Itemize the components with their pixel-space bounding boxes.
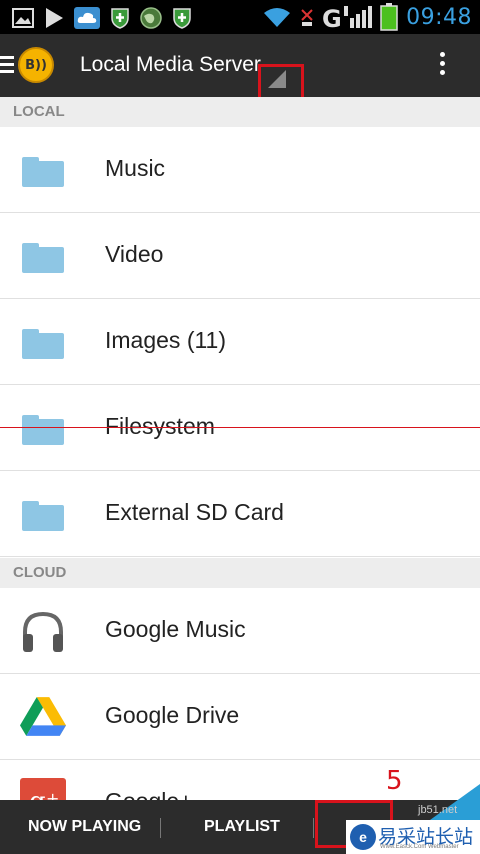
watermark: e 易采站长站 Www.Easck.Com Webmaster <box>346 820 480 854</box>
status-bar: G 09:48 <box>0 0 480 34</box>
globe-icon <box>140 7 162 29</box>
list-item-images[interactable]: Images (11) <box>0 299 480 385</box>
section-header-cloud: CLOUD <box>0 558 480 588</box>
list-item-label: Google Drive <box>105 702 240 728</box>
no-signal-icon <box>301 9 313 26</box>
folder-icon <box>22 415 64 445</box>
folder-icon <box>22 243 64 273</box>
menu-icon[interactable] <box>0 56 14 74</box>
cloud-icon <box>74 7 100 29</box>
section-header-local: LOCAL <box>0 97 480 127</box>
divider <box>313 818 314 838</box>
divider <box>160 818 161 838</box>
list-item-label: External SD Card <box>105 499 284 525</box>
shield-icon <box>173 8 191 29</box>
folder-icon <box>22 329 64 359</box>
wifi-icon <box>264 8 291 27</box>
shield-icon <box>111 8 129 29</box>
overflow-menu-icon[interactable] <box>435 52 449 80</box>
page-title[interactable]: Local Media Server <box>80 53 261 77</box>
list-item-video[interactable]: Video <box>0 213 480 299</box>
now-playing-button[interactable]: NOW PLAYING <box>28 800 141 854</box>
list-item-google-drive[interactable]: Google Drive <box>0 674 480 760</box>
image-icon <box>12 8 34 28</box>
g-signal-icon: G <box>322 5 373 30</box>
list-item-music[interactable]: Music <box>0 127 480 213</box>
watermark-url: jb51.net <box>418 804 458 816</box>
annotation-box-6 <box>258 64 304 100</box>
app-logo[interactable]: B)) <box>18 47 54 83</box>
list-item-label: Music <box>105 155 166 181</box>
clock: 09:48 <box>406 4 472 30</box>
play-icon <box>46 8 63 28</box>
list-item-label: Video <box>105 241 164 267</box>
battery-icon <box>380 3 398 31</box>
annotation-label-5: 5 <box>386 766 403 796</box>
list-item-external-sd[interactable]: External SD Card <box>0 471 480 557</box>
notification-icons <box>12 6 192 30</box>
google-drive-icon <box>20 697 66 736</box>
headphones-icon <box>23 611 63 652</box>
watermark-logo-icon: e <box>350 824 376 850</box>
svg-text:G: G <box>322 5 342 30</box>
list-item-filesystem[interactable]: Filesystem <box>0 385 480 471</box>
watermark-subtext: Www.Easck.Com Webmaster <box>380 844 459 850</box>
app-logo-text: B)) <box>25 57 47 73</box>
folder-icon <box>22 157 64 187</box>
annotation-strike-line <box>0 427 480 428</box>
playlist-button[interactable]: PLAYLIST <box>204 800 280 854</box>
list-item-label: Images (11) <box>105 327 227 353</box>
list-item-google-music[interactable]: Google Music <box>0 588 480 674</box>
folder-icon <box>22 501 64 531</box>
action-bar: B)) Local Media Server <box>0 34 480 97</box>
list-item-label: Google Music <box>105 616 246 642</box>
system-icons: G 09:48 <box>262 3 472 31</box>
